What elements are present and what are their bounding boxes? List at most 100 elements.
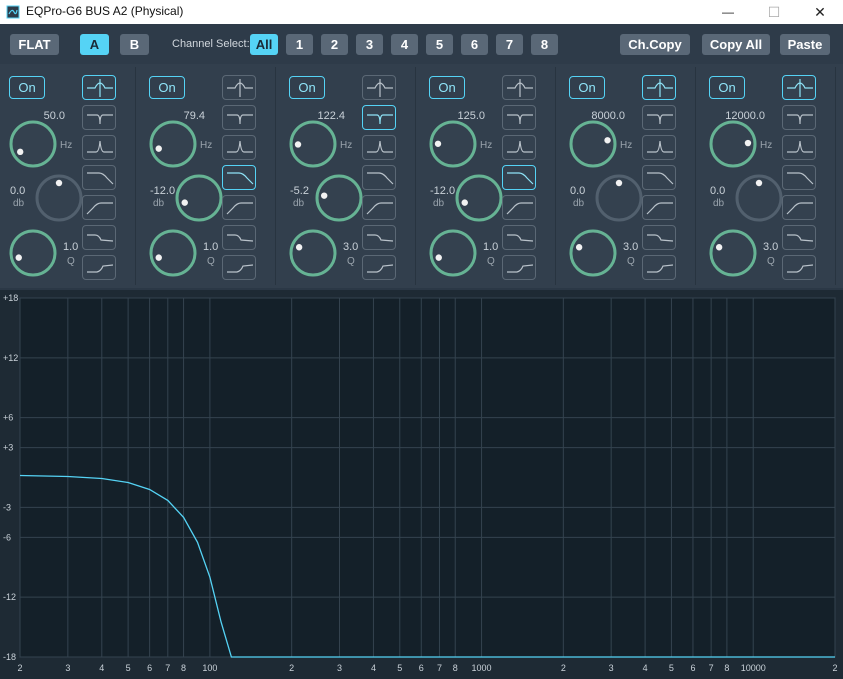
gain-knob[interactable]	[735, 174, 783, 222]
channel-button-5[interactable]: 5	[426, 34, 453, 55]
channel-button-4[interactable]: 4	[391, 34, 418, 55]
band-3-filter-high-pass-button[interactable]	[362, 195, 396, 220]
band-3-filter-notch-button[interactable]	[362, 105, 396, 130]
band-6-on-button[interactable]: On	[709, 76, 745, 99]
band-6: On 12000.0 Hz 0.0 db 3.0 Q	[700, 67, 836, 285]
band-2-filter-notch-button[interactable]	[222, 105, 256, 130]
gain-knob[interactable]	[175, 174, 223, 222]
freq-knob[interactable]	[149, 120, 197, 168]
band-6-filter-peak-button[interactable]	[782, 135, 816, 160]
band-4-filter-low-shelf-button[interactable]	[502, 225, 536, 250]
q-knob[interactable]	[149, 229, 197, 277]
channel-button-1[interactable]: 1	[286, 34, 313, 55]
minimize-button[interactable]: —	[705, 0, 751, 24]
channel-button-7[interactable]: 7	[496, 34, 523, 55]
x-tick-label: 8	[181, 663, 186, 673]
bank-b-button[interactable]: B	[120, 34, 149, 55]
band-4-filter-high-shelf-button[interactable]	[502, 255, 536, 280]
band-1-filter-low-pass-button[interactable]	[82, 165, 116, 190]
x-tick-label: 5	[669, 663, 674, 673]
band-5-on-button[interactable]: On	[569, 76, 605, 99]
channel-button-3[interactable]: 3	[356, 34, 383, 55]
band-1-filter-bell-button[interactable]	[82, 75, 116, 100]
close-button[interactable]: ✕	[797, 0, 843, 24]
band-3-filter-low-shelf-button[interactable]	[362, 225, 396, 250]
band-2-filter-peak-button[interactable]	[222, 135, 256, 160]
band-3-filter-peak-button[interactable]	[362, 135, 396, 160]
q-knob[interactable]	[709, 229, 757, 277]
band-4-on-button[interactable]: On	[429, 76, 465, 99]
freq-knob[interactable]	[709, 120, 757, 168]
band-2-filter-low-pass-button[interactable]	[222, 165, 256, 190]
band-3-filter-low-pass-button[interactable]	[362, 165, 396, 190]
band-1-filter-peak-button[interactable]	[82, 135, 116, 160]
band-2-filter-high-pass-button[interactable]	[222, 195, 256, 220]
band-4-filter-low-pass-button[interactable]	[502, 165, 536, 190]
channel-button-6[interactable]: 6	[461, 34, 488, 55]
band-4-filter-peak-button[interactable]	[502, 135, 536, 160]
band-2-on-button[interactable]: On	[149, 76, 185, 99]
q-knob[interactable]	[429, 229, 477, 277]
y-tick-label: -18	[3, 652, 16, 662]
band-2-filter-bell-button[interactable]	[222, 75, 256, 100]
maximize-button[interactable]: ☐	[751, 0, 797, 24]
band-6-filter-low-shelf-button[interactable]	[782, 225, 816, 250]
band-1-filter-low-shelf-button[interactable]	[82, 225, 116, 250]
band-4-filter-bell-button[interactable]	[502, 75, 536, 100]
window-title: EQPro-G6 BUS A2 (Physical)	[26, 4, 184, 18]
gain-knob[interactable]	[315, 174, 363, 222]
band-5-filter-notch-button[interactable]	[642, 105, 676, 130]
gain-knob[interactable]	[35, 174, 83, 222]
gain-knob[interactable]	[455, 174, 503, 222]
band-4-filter-notch-button[interactable]	[502, 105, 536, 130]
band-1-on-button[interactable]: On	[9, 76, 45, 99]
channel-button-2[interactable]: 2	[321, 34, 348, 55]
band-1-filter-high-shelf-button[interactable]	[82, 255, 116, 280]
band-1-filter-notch-button[interactable]	[82, 105, 116, 130]
freq-knob[interactable]	[9, 120, 57, 168]
flat-button[interactable]: FLAT	[10, 34, 59, 55]
q-knob[interactable]	[9, 229, 57, 277]
band-5: On 8000.0 Hz 0.0 db 3.0 Q	[560, 67, 696, 285]
band-6-filter-low-pass-button[interactable]	[782, 165, 816, 190]
band-4-filter-high-pass-button[interactable]	[502, 195, 536, 220]
paste-button[interactable]: Paste	[780, 34, 830, 55]
band-5-filter-low-pass-button[interactable]	[642, 165, 676, 190]
band-5-filter-low-shelf-button[interactable]	[642, 225, 676, 250]
bank-a-button[interactable]: A	[80, 34, 109, 55]
x-tick-label: 2	[289, 663, 294, 673]
band-3-on-button[interactable]: On	[289, 76, 325, 99]
q-knob[interactable]	[569, 229, 617, 277]
notch-icon	[507, 114, 533, 125]
band-1-filter-high-pass-button[interactable]	[82, 195, 116, 220]
freq-unit: Hz	[200, 140, 213, 151]
q-knob[interactable]	[289, 229, 337, 277]
bell-icon	[227, 79, 253, 97]
ch-copy-button[interactable]: Ch.Copy	[620, 34, 690, 55]
band-3-filter-bell-button[interactable]	[362, 75, 396, 100]
gain-knob[interactable]	[595, 174, 643, 222]
band-2-filter-high-shelf-button[interactable]	[222, 255, 256, 280]
band-6-filter-bell-button[interactable]	[782, 75, 816, 100]
band-6-filter-high-pass-button[interactable]	[782, 195, 816, 220]
response-chart[interactable]: 2 3 4 5 6 7 8 100 2 3 4 5 6 7 8 1000 2 3 4 5 6 7 8 10000 2+18+12…	[0, 290, 843, 679]
q-unit: Q	[67, 256, 75, 267]
channel-button-all[interactable]: All	[250, 34, 278, 55]
y-tick-label: +18	[3, 293, 18, 303]
notch-icon	[87, 114, 113, 125]
band-2-filter-low-shelf-button[interactable]	[222, 225, 256, 250]
band-6-filter-high-shelf-button[interactable]	[782, 255, 816, 280]
channel-button-8[interactable]: 8	[531, 34, 558, 55]
band-5-filter-peak-button[interactable]	[642, 135, 676, 160]
band-3-filter-high-shelf-button[interactable]	[362, 255, 396, 280]
band-5-filter-high-shelf-button[interactable]	[642, 255, 676, 280]
eq-response-graph[interactable]: 2 3 4 5 6 7 8 100 2 3 4 5 6 7 8 1000 2 3 4 5 6 7 8 10000 2 +18 +12…	[0, 290, 843, 679]
freq-knob[interactable]	[569, 120, 617, 168]
band-6-filter-notch-button[interactable]	[782, 105, 816, 130]
x-tick-label: 7	[709, 663, 714, 673]
copy-all-button[interactable]: Copy All	[702, 34, 770, 55]
band-5-filter-high-pass-button[interactable]	[642, 195, 676, 220]
freq-knob[interactable]	[289, 120, 337, 168]
freq-knob[interactable]	[429, 120, 477, 168]
band-5-filter-bell-button[interactable]	[642, 75, 676, 100]
